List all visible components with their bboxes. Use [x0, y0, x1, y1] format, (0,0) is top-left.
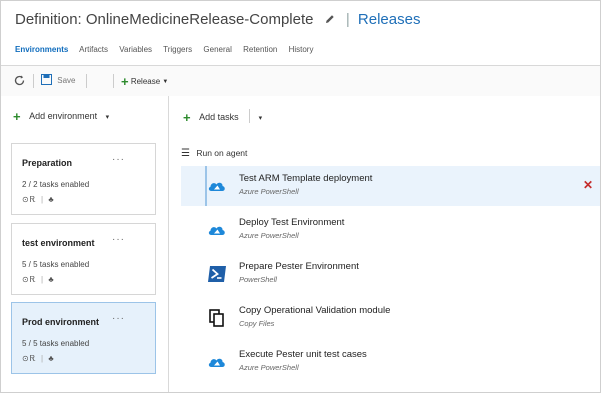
tab-history[interactable]: History — [289, 45, 314, 54]
release-definition-window: Definition: OnlineMedicineRelease-Comple… — [0, 0, 601, 393]
user-icon[interactable]: Ꭱ — [30, 354, 36, 363]
toolbar-separator — [113, 74, 114, 88]
release-button[interactable]: + Release ▼ — [121, 74, 168, 89]
azure-cloud-icon — [208, 226, 225, 235]
environment-name: Preparation — [22, 158, 73, 168]
edit-pencil-icon[interactable] — [324, 13, 336, 25]
tasks-panel: + Add tasks ▾ ☰ Run on agent Test ARM Te… — [169, 96, 600, 392]
add-tasks-button[interactable]: + Add tasks ▾ — [183, 109, 262, 125]
task-type: Azure PowerShell — [239, 187, 299, 196]
more-options-icon[interactable]: ··· — [112, 313, 125, 324]
release-label: Release — [130, 77, 161, 86]
approver-icon[interactable]: ⊙ — [22, 354, 29, 363]
remove-task-icon[interactable]: ✕ — [583, 178, 593, 192]
task-type: Azure PowerShell — [239, 231, 299, 240]
toolbar-separator — [33, 74, 34, 88]
approver-icon[interactable]: ⊙ — [22, 275, 29, 284]
save-icon — [41, 74, 52, 85]
environment-card-prod[interactable]: Prod environment ··· 5 / 5 tasks enabled… — [11, 302, 156, 374]
definition-tabs: Environments Artifacts Variables Trigger… — [15, 45, 322, 54]
environment-card-preparation[interactable]: Preparation ··· 2 / 2 tasks enabled ⊙Ꭱ |… — [11, 143, 156, 215]
agent-queue-icon[interactable]: ♣ — [48, 275, 53, 284]
environment-meta-icons: ⊙Ꭱ | ♣ — [22, 195, 54, 205]
plus-icon: + — [183, 110, 191, 125]
task-item[interactable]: Deploy Test Environment Azure PowerShell — [181, 210, 600, 250]
toolbar: Save + Release ▼ — [1, 65, 600, 97]
add-tasks-label: Add tasks — [199, 112, 239, 122]
task-item[interactable]: Test ARM Template deployment Azure Power… — [181, 166, 600, 206]
task-item[interactable]: Copy Operational Validation module Copy … — [181, 298, 600, 338]
azure-cloud-icon — [208, 182, 225, 191]
add-environment-label: Add environment — [29, 111, 98, 121]
environment-card-test[interactable]: test environment ··· 5 / 5 tasks enabled… — [11, 223, 156, 295]
chevron-down-icon: ▾ — [105, 114, 110, 121]
environment-meta-icons: ⊙Ꭱ | ♣ — [22, 275, 54, 285]
tasks-enabled-count: 5 / 5 tasks enabled — [22, 339, 90, 348]
add-environment-button[interactable]: + Add environment ▾ — [13, 109, 109, 124]
save-label: Save — [57, 76, 76, 85]
copy-files-icon — [209, 309, 224, 327]
tasks-enabled-count: 5 / 5 tasks enabled — [22, 260, 90, 269]
toolbar-separator — [249, 109, 251, 123]
task-name: Execute Pester unit test cases — [239, 349, 367, 360]
tab-artifacts[interactable]: Artifacts — [79, 45, 108, 54]
meta-separator: | — [41, 195, 44, 204]
tab-variables[interactable]: Variables — [119, 45, 152, 54]
task-name: Prepare Pester Environment — [239, 261, 359, 272]
user-icon[interactable]: Ꭱ — [30, 195, 36, 204]
tab-environments[interactable]: Environments — [15, 45, 68, 54]
azure-cloud-icon — [208, 358, 225, 367]
tab-general[interactable]: General — [203, 45, 231, 54]
task-type: Copy Files — [239, 319, 275, 328]
task-name: Copy Operational Validation module — [239, 305, 391, 316]
plus-icon: + — [13, 109, 21, 124]
more-options-icon[interactable]: ··· — [112, 154, 125, 165]
releases-link[interactable]: Releases — [358, 11, 421, 28]
more-options-icon[interactable]: ··· — [112, 234, 125, 245]
refresh-icon[interactable] — [13, 74, 26, 87]
environment-meta-icons: ⊙Ꭱ | ♣ — [22, 354, 54, 364]
plus-icon: + — [121, 74, 129, 89]
task-name: Test ARM Template deployment — [239, 173, 373, 184]
chevron-down-icon[interactable]: ▾ — [259, 115, 263, 122]
agent-queue-icon[interactable]: ♣ — [48, 195, 53, 204]
run-on-agent-phase[interactable]: ☰ Run on agent — [181, 148, 247, 159]
approver-icon[interactable]: ⊙ — [22, 195, 29, 204]
agent-queue-icon[interactable]: ♣ — [48, 354, 53, 363]
meta-separator: | — [41, 354, 44, 363]
run-on-agent-label: Run on agent — [196, 148, 248, 158]
environments-panel: + Add environment ▾ Preparation ··· 2 / … — [1, 96, 169, 392]
tasks-enabled-count: 2 / 2 tasks enabled — [22, 180, 90, 189]
title-separator: | — [345, 11, 350, 28]
tab-retention[interactable]: Retention — [243, 45, 277, 54]
user-icon[interactable]: Ꭱ — [30, 275, 36, 284]
task-name: Deploy Test Environment — [239, 217, 345, 228]
chevron-down-icon: ▼ — [162, 79, 169, 85]
toolbar-separator — [86, 74, 87, 88]
powershell-icon — [208, 266, 226, 282]
definition-title: Definition: OnlineMedicineRelease-Comple… — [15, 11, 314, 28]
task-item[interactable]: Execute Pester unit test cases Azure Pow… — [181, 342, 600, 382]
title-row: Definition: OnlineMedicineRelease-Comple… — [15, 11, 420, 28]
environment-name: Prod environment — [22, 317, 100, 327]
save-button[interactable]: Save — [41, 74, 75, 85]
definition-header: Definition: OnlineMedicineRelease-Comple… — [1, 1, 600, 69]
task-item[interactable]: Prepare Pester Environment PowerShell — [181, 254, 600, 294]
meta-separator: | — [41, 275, 44, 284]
task-type: Azure PowerShell — [239, 363, 299, 372]
tab-triggers[interactable]: Triggers — [163, 45, 192, 54]
environment-name: test environment — [22, 238, 95, 248]
list-icon: ☰ — [181, 148, 190, 159]
task-type: PowerShell — [239, 275, 277, 284]
